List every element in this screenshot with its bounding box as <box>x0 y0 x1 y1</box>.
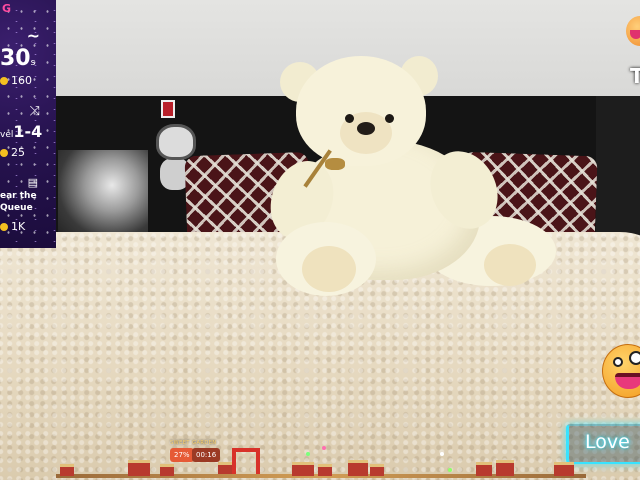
tip-menu-panel[interactable]: G ~ 30s 160 ⤨ vel1-4 25 ▤ ear the Queue 1… <box>0 0 56 248</box>
sparkle-dot <box>322 446 326 450</box>
coin-icon <box>0 223 8 231</box>
queue-icon: ▤ <box>27 176 38 189</box>
teddy-eye-right <box>385 114 394 123</box>
queue-line-2: Queue <box>0 203 33 213</box>
sparkle-dot <box>448 468 452 472</box>
wall-poster <box>58 150 148 238</box>
game-house-icon <box>318 464 332 476</box>
game-house-icon <box>348 460 368 476</box>
shuffle-icon: ⤨ <box>29 104 40 119</box>
teddy-nose <box>357 122 375 135</box>
emoji-eye-right <box>629 351 640 365</box>
emoji-mouth <box>630 30 640 39</box>
emoji-tongue <box>615 373 640 389</box>
teddy-paw-right <box>484 244 536 286</box>
game-progress-percent: 27% <box>170 448 194 462</box>
torii-gate-icon <box>232 448 260 474</box>
webcam-video-feed <box>0 0 640 480</box>
countdown: 30s <box>0 46 56 71</box>
coin-icon <box>0 77 8 85</box>
game-house-icon <box>370 464 384 476</box>
level-value: 1-4 <box>13 122 43 141</box>
game-title: SWEET GARDEN <box>170 440 217 446</box>
game-house-icon <box>476 462 492 476</box>
token-cost-3-value: 1K <box>11 220 26 233</box>
coin-icon <box>0 149 8 157</box>
game-house-icon <box>218 462 232 474</box>
sparkle-dot <box>440 452 444 456</box>
right-overlay-letter: T <box>630 64 640 88</box>
game-house-icon <box>496 460 514 476</box>
game-timer: 00:16 <box>192 448 221 462</box>
game-house-icon <box>60 464 74 476</box>
plush-wolf-head <box>156 124 196 160</box>
teddy-eye-left <box>345 114 354 123</box>
game-house-icon <box>128 460 150 476</box>
red-tag <box>161 100 175 118</box>
countdown-unit: s <box>30 58 36 68</box>
level-prefix: vel <box>0 130 14 140</box>
game-house-icon <box>292 462 314 476</box>
queue-label[interactable]: ear the Queue <box>0 190 56 214</box>
token-cost-1: 160 <box>0 74 56 87</box>
token-cost-2: 25 <box>0 146 56 159</box>
lovense-label: Love <box>585 431 630 453</box>
game-house-icon <box>160 464 174 476</box>
token-cost-3: 1K <box>0 220 56 233</box>
teddy-paw-left <box>302 246 356 292</box>
panel-top-label: G <box>2 2 12 15</box>
queue-line-1: ear the <box>0 191 37 201</box>
sparkle-dot <box>306 452 310 456</box>
level-row: vel1-4 <box>0 122 56 141</box>
token-cost-2-value: 25 <box>11 146 25 159</box>
countdown-value: 30 <box>0 46 31 71</box>
tilde-icon: ~ <box>26 26 40 45</box>
emoji-eye-left <box>613 357 623 367</box>
teddy-ribbon-knot <box>325 158 345 170</box>
game-house-icon <box>554 462 574 476</box>
game-strip[interactable]: SWEET GARDEN 27% 00:16 <box>56 438 586 480</box>
token-cost-1-value: 160 <box>11 74 32 87</box>
